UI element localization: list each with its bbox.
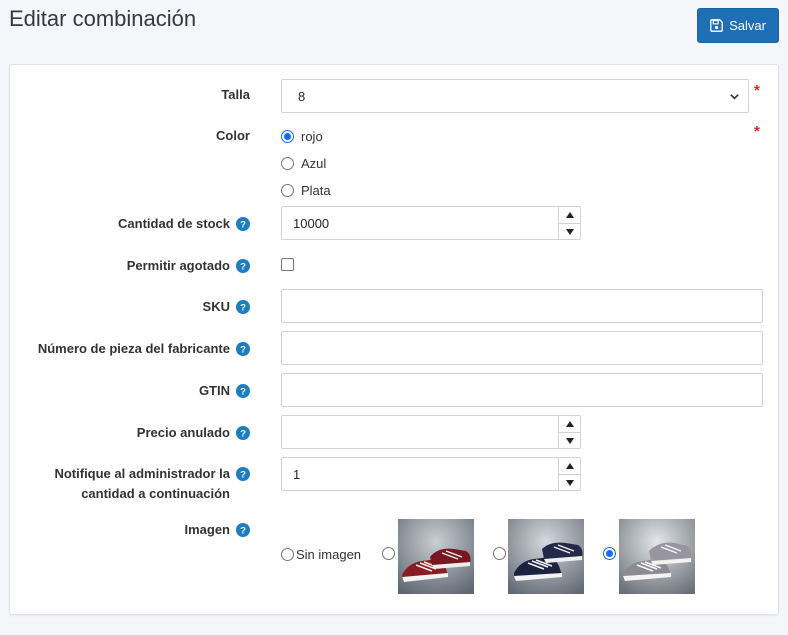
- svg-text:?: ?: [240, 429, 246, 440]
- spin-up-icon[interactable]: [559, 207, 580, 223]
- help-icon[interactable]: ?: [236, 467, 250, 481]
- notify-admin-value: 1: [293, 466, 301, 482]
- save-button-label: Salvar: [729, 18, 766, 33]
- talla-label: Talla: [221, 86, 250, 104]
- required-mark-color: *: [754, 123, 760, 140]
- sku-label: SKU ?: [203, 298, 250, 316]
- svg-text:?: ?: [240, 470, 246, 481]
- svg-text:?: ?: [240, 220, 246, 231]
- spin-down-icon[interactable]: [559, 223, 580, 239]
- stock-input-value: 10000: [293, 215, 330, 231]
- number-spinner[interactable]: [558, 416, 580, 448]
- spin-up-icon[interactable]: [559, 416, 580, 432]
- override-price-label: Precio anulado ?: [137, 424, 250, 442]
- chevron-down-icon: [730, 94, 739, 100]
- spin-down-icon[interactable]: [559, 474, 580, 490]
- color-option-azul[interactable]: Azul: [281, 156, 326, 171]
- mpn-input[interactable]: [281, 331, 763, 365]
- color-label-text: Color: [216, 128, 250, 143]
- image-radio-grey[interactable]: [603, 547, 616, 560]
- image-radio-red[interactable]: [382, 547, 395, 560]
- color-option-label: Azul: [301, 156, 327, 171]
- notify-admin-label: Notifique al administrador la cantidad a…: [54, 464, 250, 504]
- sku-label-text: SKU: [202, 299, 230, 314]
- color-option-plata[interactable]: Plata: [281, 183, 331, 198]
- mpn-label-text: Número de pieza del fabricante: [37, 341, 230, 356]
- image-option-none[interactable]: Sin imagen: [281, 547, 361, 562]
- gtin-label-text: GTIN: [198, 383, 230, 398]
- help-icon[interactable]: ?: [236, 426, 250, 440]
- save-button[interactable]: Salvar: [697, 8, 779, 43]
- number-spinner[interactable]: [558, 458, 580, 490]
- allow-out-of-stock-checkbox[interactable]: [281, 258, 294, 271]
- image-label: Imagen ?: [184, 521, 250, 539]
- floppy-disk-icon: [710, 19, 723, 32]
- sku-input[interactable]: [281, 289, 763, 323]
- radio-selected[interactable]: [281, 130, 294, 143]
- page-title: Editar combinación: [9, 6, 197, 31]
- stock-label-text: Cantidad de stock: [118, 216, 230, 231]
- allow-out-of-stock-label-text: Permitir agotado: [126, 258, 230, 273]
- help-icon[interactable]: ?: [236, 384, 250, 398]
- stock-input[interactable]: 10000: [281, 206, 581, 240]
- gtin-input[interactable]: [281, 373, 763, 407]
- image-label-text: Imagen: [184, 522, 230, 537]
- mpn-label: Número de pieza del fabricante ?: [38, 340, 250, 358]
- override-price-input[interactable]: [281, 415, 581, 449]
- radio-unselected[interactable]: [281, 184, 294, 197]
- image-thumb-grey-sneakers[interactable]: [619, 519, 695, 594]
- help-icon[interactable]: ?: [236, 259, 250, 273]
- notify-admin-label-line2: cantidad a continuación: [81, 486, 230, 501]
- image-radio-navy[interactable]: [493, 547, 506, 560]
- help-icon[interactable]: ?: [236, 523, 250, 537]
- required-mark-talla: *: [754, 82, 760, 99]
- talla-label-text: Talla: [221, 87, 250, 102]
- svg-text:?: ?: [240, 387, 246, 398]
- svg-text:?: ?: [240, 262, 246, 273]
- notify-admin-input[interactable]: 1: [281, 457, 581, 491]
- number-spinner[interactable]: [558, 207, 580, 239]
- notify-admin-label-text: Notifique al administrador la cantidad a…: [54, 464, 230, 504]
- svg-text:?: ?: [240, 303, 246, 314]
- notify-admin-label-line1: Notifique al administrador la: [54, 466, 230, 481]
- svg-text:?: ?: [240, 526, 246, 537]
- radio-unselected[interactable]: [281, 548, 294, 561]
- color-label: Color: [216, 127, 250, 145]
- color-option-label: rojo: [301, 129, 323, 144]
- spin-down-icon[interactable]: [559, 432, 580, 448]
- talla-select-value: 8: [298, 88, 306, 104]
- no-image-label: Sin imagen: [296, 547, 362, 562]
- color-option-label: Plata: [301, 183, 331, 198]
- radio-unselected[interactable]: [281, 157, 294, 170]
- override-price-label-text: Precio anulado: [136, 425, 230, 440]
- help-icon[interactable]: ?: [236, 217, 250, 231]
- image-thumb-navy-sneakers[interactable]: [508, 519, 584, 594]
- stock-label: Cantidad de stock ?: [118, 215, 250, 233]
- svg-text:?: ?: [240, 345, 246, 356]
- help-icon[interactable]: ?: [236, 342, 250, 356]
- spin-up-icon[interactable]: [559, 458, 580, 474]
- allow-out-of-stock-label: Permitir agotado ?: [127, 257, 250, 275]
- image-thumb-red-sneakers[interactable]: [398, 519, 474, 594]
- color-option-rojo[interactable]: rojo: [281, 129, 323, 144]
- talla-select[interactable]: 8: [281, 79, 749, 113]
- help-icon[interactable]: ?: [236, 300, 250, 314]
- gtin-label: GTIN ?: [199, 382, 250, 400]
